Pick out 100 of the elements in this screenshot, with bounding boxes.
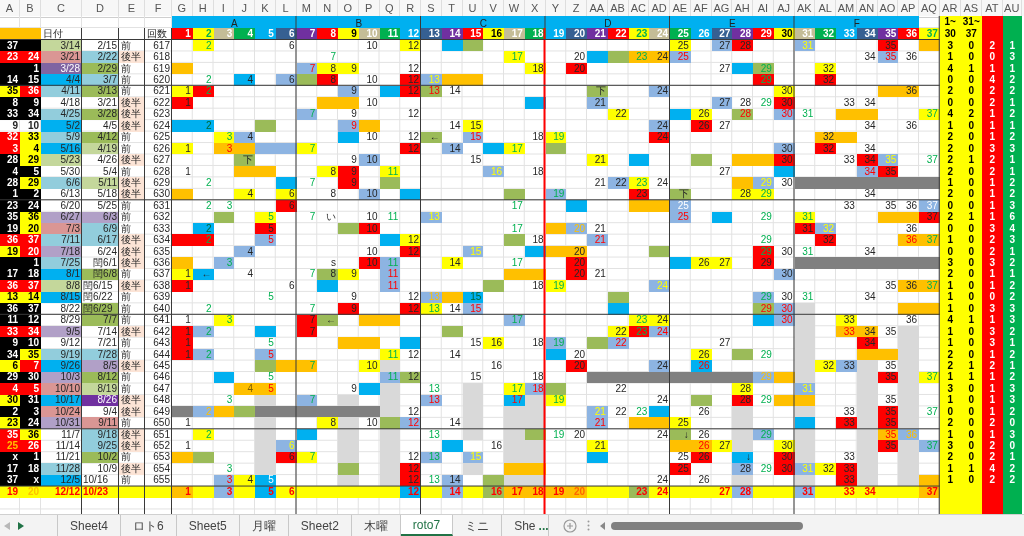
table-cell: 28 bbox=[732, 40, 753, 52]
table-cell-text: 632 bbox=[152, 211, 171, 223]
table-cell: 23 bbox=[0, 417, 20, 429]
table-cell: 2/22 bbox=[82, 51, 119, 63]
table-cell: 1 bbox=[172, 486, 193, 498]
table-cell-text: 34 bbox=[863, 142, 877, 155]
table-cell: 32 bbox=[815, 131, 836, 143]
table-cell-text: 34 bbox=[863, 188, 877, 201]
table-cell: 1 bbox=[1002, 154, 1022, 166]
column-header[interactable]: A bbox=[0, 0, 20, 18]
table-cell: 1 bbox=[172, 337, 193, 349]
column-header[interactable]: B bbox=[20, 0, 41, 18]
table-cell-text: 24 bbox=[655, 177, 669, 189]
scrollbar-thumb[interactable] bbox=[610, 521, 803, 530]
table-cell: 17 bbox=[504, 51, 525, 63]
table-cell: 10/31 bbox=[41, 417, 82, 429]
table-cell: 2 bbox=[981, 154, 1003, 166]
table-cell: 1 bbox=[1002, 97, 1022, 109]
sheet-tab[interactable]: Sheet4 bbox=[58, 515, 122, 536]
table-cell-text: 17 bbox=[510, 223, 524, 235]
table-cell: 12 bbox=[400, 234, 421, 246]
table-cell-text: 24 bbox=[655, 474, 669, 487]
table-cell: 10 bbox=[358, 257, 380, 269]
table-cell-text: 34 bbox=[863, 51, 877, 63]
sheet-tab[interactable]: ミニ bbox=[453, 515, 503, 536]
table-cell-text: 3 bbox=[225, 394, 234, 406]
table-cell: 4 bbox=[234, 383, 255, 395]
table-cell-text: 閏6/22 bbox=[82, 291, 114, 304]
table-cell: 36 bbox=[898, 28, 919, 40]
table-cell: 0 bbox=[960, 51, 982, 63]
sheet-tab[interactable]: roto7 bbox=[400, 515, 454, 536]
table-cell: 2 bbox=[981, 97, 1003, 109]
table-cell: 31~ bbox=[960, 16, 982, 28]
table-cell: 33 bbox=[20, 131, 41, 143]
sheet-tab[interactable]: ロト6 bbox=[121, 515, 177, 536]
sheet-tab[interactable]: Sheet2 bbox=[288, 515, 352, 536]
table-cell: 1 bbox=[172, 97, 193, 109]
add-icon[interactable] bbox=[562, 518, 577, 533]
table-cell: 24 bbox=[649, 131, 670, 143]
table-cell: 15 bbox=[462, 131, 484, 143]
table-cell: 24 bbox=[649, 360, 670, 372]
column-header[interactable]: D bbox=[82, 0, 119, 18]
table-cell: 1 bbox=[939, 303, 961, 315]
sheet-tab[interactable]: Sheet5 bbox=[176, 515, 240, 536]
sheet-tab[interactable]: 木曜 bbox=[351, 515, 401, 536]
column-header[interactable]: C bbox=[41, 0, 82, 18]
table-cell: 21 bbox=[587, 154, 608, 166]
table-cell-text: 30 bbox=[780, 245, 794, 258]
table-cell: 36 bbox=[0, 280, 20, 292]
table-cell-text: 18 bbox=[531, 337, 545, 349]
table-cell: 3 bbox=[939, 40, 961, 52]
table-cell: 4/12 bbox=[82, 131, 119, 143]
table-cell-text: 653 bbox=[152, 451, 171, 464]
table-cell: 37 bbox=[960, 28, 982, 40]
table-cell: 30 bbox=[773, 303, 795, 315]
column-header[interactable]: E bbox=[119, 0, 145, 18]
column-header[interactable]: F bbox=[145, 0, 172, 18]
column-header[interactable]: AQ bbox=[919, 0, 940, 18]
table-cell: 22 bbox=[607, 28, 629, 40]
table-cell-text: 638 bbox=[152, 280, 171, 292]
table-cell: 11/28 bbox=[41, 463, 82, 475]
table-cell: 10/24 bbox=[41, 406, 82, 418]
table-cell: 9/25 bbox=[82, 440, 119, 452]
table-cell-text: 29 bbox=[759, 97, 773, 109]
table-cell: 8/8 bbox=[41, 280, 82, 292]
table-cell: 27 bbox=[711, 440, 733, 452]
table-cell-text: 648 bbox=[152, 394, 171, 406]
table-cell: 0 bbox=[960, 257, 982, 269]
scroll-right-icon[interactable] bbox=[18, 521, 24, 530]
table-cell-text: 11/7 bbox=[60, 428, 81, 441]
table-cell: 26 bbox=[690, 360, 712, 372]
table-cell: 12 bbox=[400, 303, 421, 315]
table-cell-text: 2 bbox=[204, 303, 213, 315]
table-cell: 24 bbox=[20, 200, 41, 212]
table-cell-text: 29 bbox=[759, 394, 773, 406]
table-cell: 33 bbox=[836, 417, 857, 429]
scroll-left-icon[interactable] bbox=[4, 521, 10, 530]
table-cell: 4 bbox=[234, 28, 255, 40]
table-cell: 37 bbox=[919, 486, 940, 498]
table-cell-text: 18 bbox=[531, 234, 545, 246]
table-cell: 後半 bbox=[119, 463, 145, 475]
table-cell: 0 bbox=[960, 120, 982, 132]
table-cell-text: 前 bbox=[120, 74, 132, 86]
more-icon[interactable] bbox=[586, 520, 590, 531]
scroll-left-icon[interactable] bbox=[599, 521, 605, 530]
table-cell: 3 bbox=[20, 406, 41, 418]
sheet-tab[interactable]: 月曜 bbox=[239, 515, 289, 536]
table-cell: 0 bbox=[939, 223, 961, 235]
table-cell-text: 9 bbox=[11, 120, 19, 132]
table-cell: 3 bbox=[981, 257, 1003, 269]
table-cell-text: 前 bbox=[120, 62, 132, 74]
table-cell-text: 回数 bbox=[146, 28, 168, 40]
table-cell: 0 bbox=[960, 417, 982, 429]
table-cell: 32 bbox=[815, 28, 836, 40]
table-cell: 7 bbox=[296, 28, 318, 40]
table-cell: 4 bbox=[234, 131, 255, 143]
table-cell: 1 bbox=[20, 257, 41, 269]
table-cell-text: 6 bbox=[287, 40, 296, 52]
table-cell-text: 前 bbox=[120, 85, 132, 98]
table-cell: 20 bbox=[566, 28, 587, 40]
